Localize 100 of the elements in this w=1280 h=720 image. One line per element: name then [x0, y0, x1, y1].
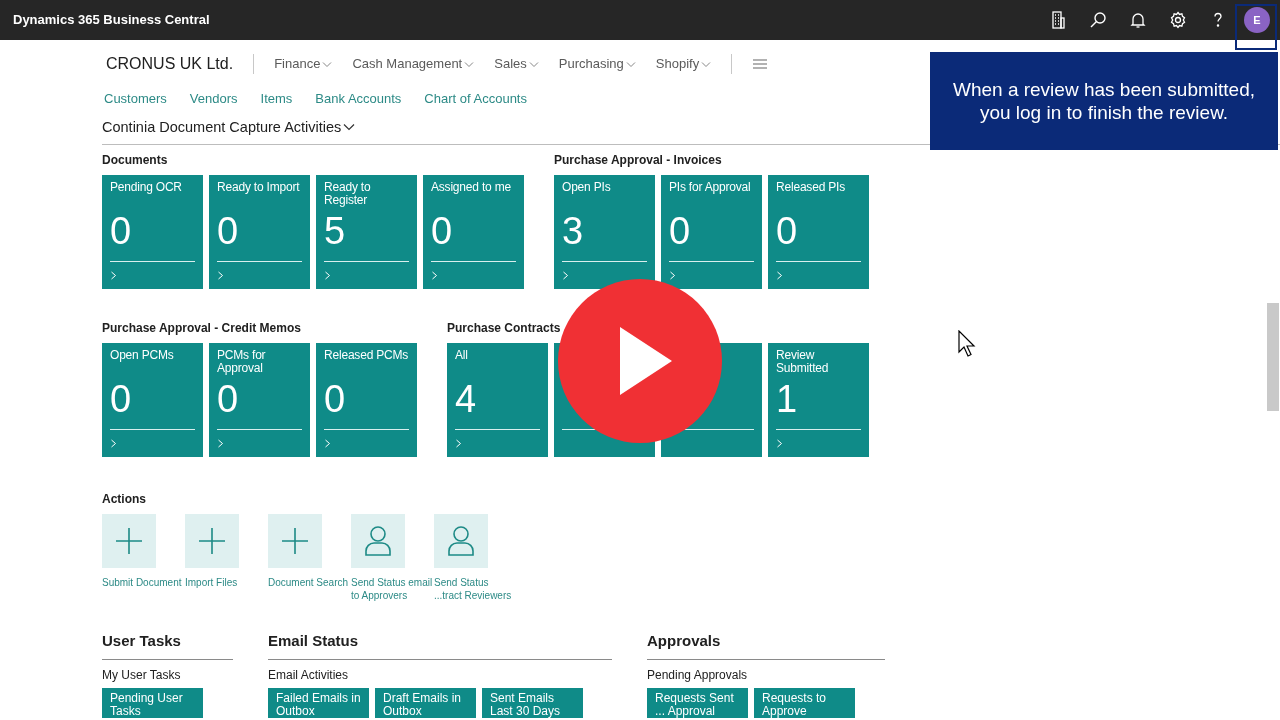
tile-count: 4 [455, 379, 478, 422]
section-title: User Tasks [102, 631, 182, 652]
tile-count: 5 [324, 211, 347, 254]
action-label[interactable]: Send Status ...tract Reviewers [434, 576, 516, 603]
action-label[interactable]: Import Files [185, 576, 267, 590]
plus-icon [115, 527, 143, 556]
chevron-right-icon [324, 439, 331, 449]
count-tile[interactable]: Ready to Import 0 [209, 175, 310, 290]
count-tile[interactable]: Draft Emails in Outbox [375, 687, 476, 718]
tile-count: 0 [324, 379, 347, 422]
count-tile[interactable]: Review Submitted 1 [768, 343, 869, 458]
tile-label: Review Submitted [776, 349, 830, 378]
tile-label: Open PIs [562, 181, 612, 197]
tile-count: 0 [217, 379, 240, 422]
quick-link[interactable]: Bank Accounts [315, 89, 402, 109]
plus-icon [198, 527, 226, 556]
plus-icon [281, 527, 309, 556]
section-title: Approvals [647, 631, 722, 652]
group-title: Pending Approvals [647, 666, 749, 684]
count-tile[interactable]: Pending User Tasks [102, 687, 203, 718]
count-tile[interactable]: PIs for Approval 0 [661, 175, 762, 290]
nav-menu[interactable]: Cash Management [352, 54, 475, 74]
group-title: Purchase Approval - Invoices [554, 152, 723, 170]
group-title: Purchase Contracts [447, 320, 562, 338]
chevron-right-icon [562, 271, 569, 281]
action-button[interactable] [434, 514, 488, 569]
chevron-down-icon [322, 61, 333, 69]
section-heading[interactable]: Continia Document Capture Activities [102, 116, 342, 139]
scrollbar-thumb[interactable] [1267, 303, 1279, 411]
quick-link[interactable]: Items [260, 89, 293, 109]
user-avatar[interactable]: E [1244, 7, 1270, 33]
count-tile[interactable]: Assigned to me 0 [423, 175, 524, 290]
action-button[interactable] [185, 514, 239, 569]
chevron-down-icon[interactable] [343, 123, 356, 132]
tile-label: Released PIs [776, 181, 846, 197]
count-tile[interactable]: Released PIs 0 [768, 175, 869, 290]
count-tile[interactable]: Ready to Register 5 [316, 175, 417, 290]
tile-label: All [455, 349, 469, 365]
chevron-right-icon [217, 271, 224, 281]
tile-label: Assigned to me [431, 181, 512, 197]
tile-count: 0 [110, 379, 133, 422]
highlight-frame [1235, 4, 1277, 50]
nav-menu[interactable]: Shopify [655, 54, 712, 74]
count-tile[interactable]: Pending OCR 0 [102, 175, 203, 290]
count-tile[interactable]: Open PIs 3 [554, 175, 655, 290]
group-title: Actions [102, 491, 147, 509]
bell-icon[interactable] [1128, 10, 1148, 30]
count-tile[interactable]: All 4 [447, 343, 548, 458]
nav-menu[interactable]: Purchasing [558, 54, 636, 74]
action-button[interactable] [268, 514, 322, 569]
tile-label: Open PCMs [110, 349, 175, 365]
count-tile[interactable]: Requests Sent ... Approval [647, 687, 748, 718]
mouse-cursor-icon [958, 330, 976, 357]
tile-count: 0 [669, 211, 692, 254]
count-tile[interactable]: Open PCMs 0 [102, 343, 203, 458]
action-label[interactable]: Document Search [268, 576, 350, 590]
chevron-down-icon [528, 61, 539, 69]
nav-menu[interactable]: Sales [494, 54, 539, 74]
tile-count: 0 [431, 211, 454, 254]
group-title: My User Tasks [102, 666, 182, 684]
action-label[interactable]: Send Status email to Approvers [351, 576, 433, 603]
chevron-down-icon [701, 61, 712, 69]
search-icon[interactable] [1088, 10, 1108, 30]
chevron-right-icon [669, 271, 676, 281]
count-tile[interactable]: Requests to Approve [754, 687, 855, 718]
group-title: Documents [102, 152, 169, 170]
action-button[interactable] [351, 514, 405, 569]
chevron-right-icon [431, 271, 438, 281]
app-title: Dynamics 365 Business Central [13, 11, 210, 30]
count-tile[interactable]: Failed Emails in Outbox [268, 687, 369, 718]
group-title: Purchase Approval - Credit Memos [102, 320, 302, 338]
tile-count: 0 [217, 211, 240, 254]
nav-menu[interactable]: Finance [274, 54, 333, 74]
quick-link[interactable]: Customers [104, 89, 167, 109]
count-tile[interactable]: Sent Emails Last 30 Days [482, 687, 583, 718]
tile-label: PCMs for Approval [217, 349, 267, 378]
chevron-right-icon [776, 271, 783, 281]
count-tile[interactable]: Released PCMs 0 [316, 343, 417, 458]
chevron-right-icon [324, 271, 331, 281]
quick-link[interactable]: Chart of Accounts [424, 89, 527, 109]
tile-label: Ready to Import [217, 181, 301, 197]
action-button[interactable] [102, 514, 156, 569]
action-label[interactable]: Submit Document [102, 576, 184, 590]
chevron-down-icon [625, 61, 636, 69]
chevron-right-icon [110, 439, 117, 449]
person-icon [448, 526, 474, 557]
tile-label: Ready to Register [324, 181, 372, 210]
chevron-right-icon [776, 439, 783, 449]
count-tile[interactable]: PCMs for Approval 0 [209, 343, 310, 458]
quick-link[interactable]: Vendors [189, 89, 238, 109]
menu-icon[interactable] [752, 58, 769, 70]
settings-icon[interactable] [1168, 10, 1188, 30]
section-title: Email Status [268, 631, 360, 652]
chevron-right-icon [110, 271, 117, 281]
tile-label: Released PCMs [324, 349, 410, 365]
tile-count: 0 [110, 211, 133, 254]
tile-label: PIs for Approval [669, 181, 752, 197]
chevron-right-icon [455, 439, 462, 449]
callout-text: When a review has been submitted, you log in to finish the review. [930, 52, 1278, 150]
tile-label: Pending OCR [110, 181, 183, 197]
